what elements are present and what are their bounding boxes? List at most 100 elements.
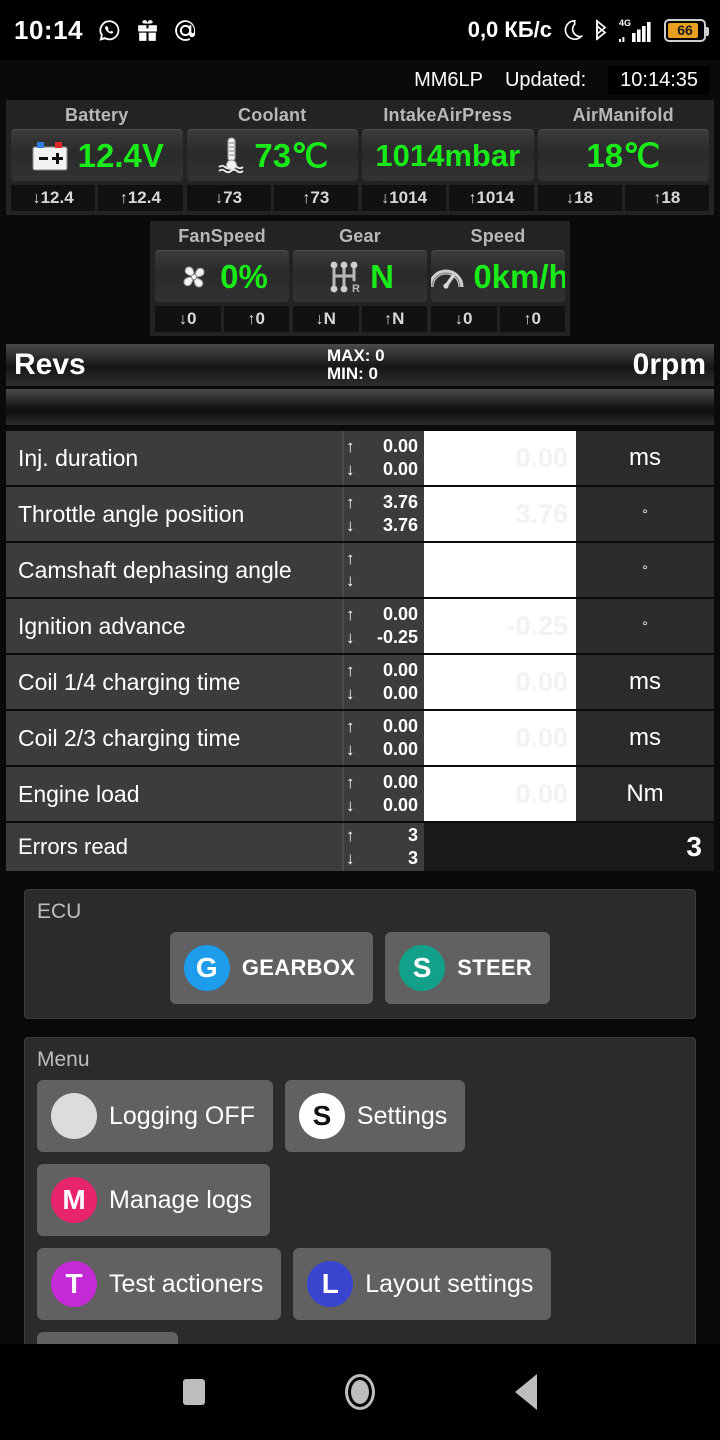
test-actioners-button[interactable]: T Test actioners — [37, 1248, 282, 1320]
param-min: -0.25 — [376, 627, 418, 647]
param-minmax: ↑ 0.00 ↓ 0.00 — [342, 655, 424, 709]
errors-count: 3 — [424, 823, 714, 871]
test-actioners-button-label: Test actioners — [109, 1269, 264, 1298]
gauge-cell-speed[interactable]: Speed 0km/h ↓0 ↑0 — [429, 224, 567, 332]
table-row[interactable]: Ignition advance ↑ 0.00 ↓ -0.25 -0.25 ° — [6, 599, 714, 653]
param-name: Throttle angle position — [6, 487, 342, 541]
test-actioners-badge-icon: T — [51, 1261, 97, 1307]
gearbox-button[interactable]: G GEARBOX — [169, 932, 374, 1004]
layout-settings-button-label: Layout settings — [365, 1269, 534, 1298]
bluetooth-icon — [592, 18, 610, 42]
layout-settings-badge-icon: L — [307, 1261, 354, 1307]
gauge-value-box[interactable]: 0km/h — [431, 250, 565, 302]
param-unit: Nm — [576, 767, 714, 821]
gauge-value-box[interactable]: 73℃ — [186, 129, 358, 181]
gauge-minmax: ↓N ↑N — [293, 306, 427, 332]
param-unit: ms — [576, 431, 714, 485]
at-icon — [173, 18, 198, 43]
param-value: 0.00 — [515, 442, 568, 473]
table-row[interactable]: Throttle angle position ↑ 3.76 ↓ 3.76 3.76… — [6, 487, 714, 541]
ecu-button-row: G GEARBOX S STEER — [37, 932, 683, 1004]
param-minmax: ↑ 0.00 ↓ 0.00 — [342, 711, 424, 765]
manage-logs-button[interactable]: M Manage logs — [37, 1164, 271, 1236]
gauge-max: ↑18 — [624, 185, 709, 211]
gauge-minmax: ↓1014 ↑1014 — [362, 185, 534, 211]
layout-settings-button[interactable]: L Layout settings — [293, 1248, 552, 1320]
gauge-max: ↑12.4 — [98, 185, 183, 211]
gauge-minmax: ↓0 ↑0 — [155, 306, 289, 332]
gauge-cell-coolant[interactable]: Coolant 73℃ ↓73 ↑73 — [185, 103, 361, 211]
gauge-cell-gear[interactable]: Gear R N ↓N ↑N — [291, 224, 429, 332]
secondary-gauge-block: FanSpeed 0% ↓0 ↑0 Gear R N ↓N ↑N Speed 0… — [150, 221, 570, 336]
gauge-value: 18℃ — [586, 137, 661, 174]
param-unit: ° — [576, 543, 714, 597]
fan-icon — [176, 259, 212, 295]
errors-read-row[interactable]: Errors read ↑ 3 ↓ 3 3 — [6, 823, 714, 871]
ecu-panel: ECU G GEARBOX S STEER — [24, 889, 696, 1019]
revs-value: 0rpm — [632, 348, 706, 381]
gauge-title: Speed — [470, 226, 526, 246]
revs-header-bar[interactable]: Revs MAX: 0 MIN: 0 0rpm — [6, 344, 714, 386]
param-unit: ° — [576, 599, 714, 653]
gauge-value: 12.4V — [77, 136, 164, 174]
table-row[interactable]: Coil 2/3 charging time ↑ 0.00 ↓ 0.00 0.00 … — [6, 711, 714, 765]
gauge-cell-fanspeed[interactable]: FanSpeed 0% ↓0 ↑0 — [153, 224, 291, 332]
param-minmax: ↑ 0.00 ↓ 0.00 — [342, 767, 424, 821]
gauge-minmax: ↓73 ↑73 — [186, 185, 358, 211]
network-speed-text: 0,0 КБ/с — [467, 17, 552, 42]
logging-status-icon — [51, 1093, 97, 1139]
recents-square-icon[interactable] — [183, 1379, 205, 1405]
steer-badge-icon: S — [399, 945, 446, 991]
back-triangle-icon[interactable] — [515, 1374, 537, 1410]
table-row[interactable]: Coil 1/4 charging time ↑ 0.00 ↓ 0.00 0.00 … — [6, 655, 714, 709]
gear-shifter-icon: R — [326, 258, 362, 296]
gauge-value-box[interactable]: 0% — [155, 250, 289, 302]
param-name: Camshaft dephasing angle — [6, 543, 342, 597]
gauge-max: ↑1014 — [449, 185, 534, 211]
table-row[interactable]: Camshaft dephasing angle ↑ ↓ ° — [6, 543, 714, 597]
gauge-value-box[interactable]: 12.4V — [11, 129, 183, 181]
android-status-bar: 10:14 0,0 КБ/с 4G 66 — [0, 0, 720, 60]
param-value-bar: 0.00 — [424, 655, 576, 709]
battery-icon — [30, 139, 70, 173]
gauge-value: 73℃ — [254, 137, 329, 174]
settings-badge-icon: S — [298, 1093, 345, 1139]
gauge-value-box[interactable]: R N — [293, 250, 427, 302]
gauge-minmax: ↓18 ↑18 — [537, 185, 709, 211]
home-circle-icon[interactable] — [345, 1374, 375, 1410]
param-value-bar: 0.00 — [424, 711, 576, 765]
table-row[interactable]: Engine load ↑ 0.00 ↓ 0.00 0.00 Nm — [6, 767, 714, 821]
table-row[interactable]: Inj. duration ↑ 0.00 ↓ 0.00 0.00 ms — [6, 431, 714, 485]
updated-timestamp: 10:14:35 — [608, 65, 710, 95]
gauge-value: 0km/h — [473, 257, 565, 295]
gauge-value-box[interactable]: 18℃ — [537, 129, 709, 181]
param-min: 0.00 — [382, 459, 418, 479]
app-header: MM6LP Updated: 10:14:35 — [0, 60, 720, 100]
status-system-icons: 0,0 КБ/с 4G 66 — [467, 17, 709, 43]
gauge-min: ↓N — [293, 306, 359, 332]
param-min: 0.00 — [382, 795, 418, 815]
revs-section[interactable]: Revs MAX: 0 MIN: 0 0rpm — [6, 344, 714, 425]
steer-button[interactable]: S STEER — [385, 932, 551, 1004]
gauge-max: ↑73 — [273, 185, 358, 211]
parameter-table: Inj. duration ↑ 0.00 ↓ 0.00 0.00 ms Thrott… — [6, 431, 714, 871]
phone-screen: 10:14 0,0 КБ/с 4G 66 MM6LP Updated: 10:1… — [0, 0, 720, 1440]
logging-toggle-button[interactable]: Logging OFF — [37, 1080, 273, 1152]
gauge-max: ↑N — [361, 306, 427, 332]
battery-percent: 66 — [677, 22, 693, 38]
gauge-value-box[interactable]: 1014mbar — [362, 129, 534, 181]
revs-progress-bar — [6, 389, 714, 425]
manage-logs-badge-icon: M — [51, 1177, 97, 1223]
gauge-cell-battery[interactable]: Battery 12.4V ↓12.4 ↑12.4 — [9, 103, 185, 211]
gauge-cell-intakeairpress[interactable]: IntakeAirPress 1014mbar ↓1014 ↑1014 — [360, 103, 536, 211]
android-nav-bar — [0, 1344, 720, 1440]
menu-button-row-1: Logging OFF S Settings M Manage logs — [37, 1080, 683, 1236]
settings-button[interactable]: S Settings — [284, 1080, 466, 1152]
gauge-minmax: ↓0 ↑0 — [431, 306, 565, 332]
revs-label: Revs — [14, 348, 86, 381]
param-name: Ignition advance — [6, 599, 342, 653]
revs-minmax: MAX: 0 MIN: 0 — [6, 344, 714, 386]
device-name: MM6LP — [414, 68, 483, 91]
gauge-cell-airmanifold[interactable]: AirManifold 18℃ ↓18 ↑18 — [536, 103, 712, 211]
param-name: Coil 1/4 charging time — [6, 655, 342, 709]
